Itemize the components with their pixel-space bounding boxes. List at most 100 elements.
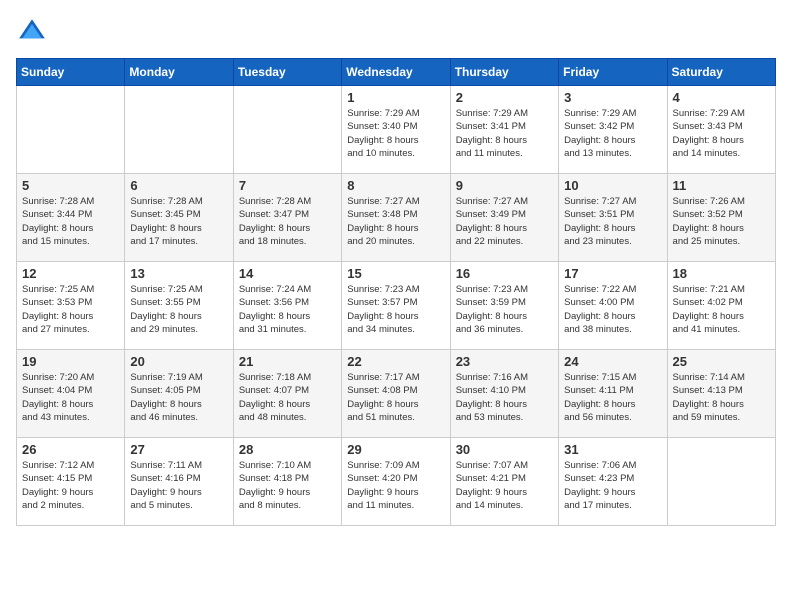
calendar-cell: [125, 86, 233, 174]
day-number: 5: [22, 178, 119, 193]
day-number: 25: [673, 354, 770, 369]
calendar-cell: 26 Sunrise: 7:12 AM Sunset: 4:15 PM Dayli…: [17, 438, 125, 526]
weekday-header-sunday: Sunday: [17, 59, 125, 86]
day-number: 14: [239, 266, 336, 281]
day-detail: Sunrise: 7:23 AM Sunset: 3:59 PM Dayligh…: [456, 283, 553, 336]
day-detail: Sunrise: 7:17 AM Sunset: 4:08 PM Dayligh…: [347, 371, 444, 424]
calendar-cell: 12 Sunrise: 7:25 AM Sunset: 3:53 PM Dayli…: [17, 262, 125, 350]
day-detail: Sunrise: 7:22 AM Sunset: 4:00 PM Dayligh…: [564, 283, 661, 336]
day-number: 24: [564, 354, 661, 369]
calendar-cell: 13 Sunrise: 7:25 AM Sunset: 3:55 PM Dayli…: [125, 262, 233, 350]
calendar-cell: 6 Sunrise: 7:28 AM Sunset: 3:45 PM Daylig…: [125, 174, 233, 262]
week-row-2: 5 Sunrise: 7:28 AM Sunset: 3:44 PM Daylig…: [17, 174, 776, 262]
calendar-cell: 27Sunrise: 7:11 AM Sunset: 4:16 PM Dayli…: [125, 438, 233, 526]
day-detail: Sunrise: 7:23 AM Sunset: 3:57 PM Dayligh…: [347, 283, 444, 336]
day-detail: Sunrise: 7:06 AM Sunset: 4:23 PM Dayligh…: [564, 459, 661, 512]
day-number: 28: [239, 442, 336, 457]
day-number: 13: [130, 266, 227, 281]
day-number: 21: [239, 354, 336, 369]
day-detail: Sunrise: 7:09 AM Sunset: 4:20 PM Dayligh…: [347, 459, 444, 512]
weekday-header-monday: Monday: [125, 59, 233, 86]
weekday-header-row: SundayMondayTuesdayWednesdayThursdayFrid…: [17, 59, 776, 86]
calendar-cell: 15 Sunrise: 7:23 AM Sunset: 3:57 PM Dayli…: [342, 262, 450, 350]
calendar-cell: 19Sunrise: 7:20 AM Sunset: 4:04 PM Dayli…: [17, 350, 125, 438]
day-detail: Sunrise: 7:25 AM Sunset: 3:53 PM Dayligh…: [22, 283, 119, 336]
calendar-cell: 14 Sunrise: 7:24 AM Sunset: 3:56 PM Dayli…: [233, 262, 341, 350]
day-detail: Sunrise: 7:29 AM Sunset: 3:42 PM Dayligh…: [564, 107, 661, 160]
day-detail: Sunrise: 7:29 AM Sunset: 3:40 PM Dayligh…: [347, 107, 444, 160]
day-number: 27: [130, 442, 227, 457]
weekday-header-tuesday: Tuesday: [233, 59, 341, 86]
calendar-cell: [233, 86, 341, 174]
day-number: 2: [456, 90, 553, 105]
calendar-cell: 7 Sunrise: 7:28 AM Sunset: 3:47 PM Daylig…: [233, 174, 341, 262]
calendar-cell: 2Sunrise: 7:29 AM Sunset: 3:41 PM Daylig…: [450, 86, 558, 174]
day-detail: Sunrise: 7:14 AM Sunset: 4:13 PM Dayligh…: [673, 371, 770, 424]
calendar-cell: 1Sunrise: 7:29 AM Sunset: 3:40 PM Daylig…: [342, 86, 450, 174]
day-number: 12: [22, 266, 119, 281]
calendar-cell: [667, 438, 775, 526]
day-number: 30: [456, 442, 553, 457]
day-detail: Sunrise: 7:19 AM Sunset: 4:05 PM Dayligh…: [130, 371, 227, 424]
calendar-cell: [17, 86, 125, 174]
day-detail: Sunrise: 7:15 AM Sunset: 4:11 PM Dayligh…: [564, 371, 661, 424]
day-number: 3: [564, 90, 661, 105]
day-detail: Sunrise: 7:28 AM Sunset: 3:45 PM Dayligh…: [130, 195, 227, 248]
day-number: 26: [22, 442, 119, 457]
day-number: 19: [22, 354, 119, 369]
day-detail: Sunrise: 7:12 AM Sunset: 4:15 PM Dayligh…: [22, 459, 119, 512]
week-row-1: 1Sunrise: 7:29 AM Sunset: 3:40 PM Daylig…: [17, 86, 776, 174]
day-number: 23: [456, 354, 553, 369]
day-number: 15: [347, 266, 444, 281]
calendar-cell: 28 Sunrise: 7:10 AM Sunset: 4:18 PM Dayli…: [233, 438, 341, 526]
day-number: 8: [347, 178, 444, 193]
day-number: 20: [130, 354, 227, 369]
calendar-cell: 21 Sunrise: 7:18 AM Sunset: 4:07 PM Dayli…: [233, 350, 341, 438]
day-detail: Sunrise: 7:18 AM Sunset: 4:07 PM Dayligh…: [239, 371, 336, 424]
calendar-cell: 8Sunrise: 7:27 AM Sunset: 3:48 PM Daylig…: [342, 174, 450, 262]
weekday-header-thursday: Thursday: [450, 59, 558, 86]
day-detail: Sunrise: 7:25 AM Sunset: 3:55 PM Dayligh…: [130, 283, 227, 336]
day-number: 29: [347, 442, 444, 457]
logo-icon: [16, 16, 48, 48]
day-number: 7: [239, 178, 336, 193]
weekday-header-friday: Friday: [559, 59, 667, 86]
calendar-cell: 25 Sunrise: 7:14 AM Sunset: 4:13 PM Dayli…: [667, 350, 775, 438]
day-detail: Sunrise: 7:07 AM Sunset: 4:21 PM Dayligh…: [456, 459, 553, 512]
day-number: 11: [673, 178, 770, 193]
calendar-cell: 9Sunrise: 7:27 AM Sunset: 3:49 PM Daylig…: [450, 174, 558, 262]
week-row-5: 26 Sunrise: 7:12 AM Sunset: 4:15 PM Dayli…: [17, 438, 776, 526]
day-detail: Sunrise: 7:16 AM Sunset: 4:10 PM Dayligh…: [456, 371, 553, 424]
day-number: 17: [564, 266, 661, 281]
calendar-cell: 31 Sunrise: 7:06 AM Sunset: 4:23 PM Dayli…: [559, 438, 667, 526]
calendar-cell: 4Sunrise: 7:29 AM Sunset: 3:43 PM Daylig…: [667, 86, 775, 174]
day-number: 10: [564, 178, 661, 193]
calendar-cell: 17 Sunrise: 7:22 AM Sunset: 4:00 PM Dayli…: [559, 262, 667, 350]
calendar-cell: 18Sunrise: 7:21 AM Sunset: 4:02 PM Dayli…: [667, 262, 775, 350]
day-number: 9: [456, 178, 553, 193]
day-detail: Sunrise: 7:26 AM Sunset: 3:52 PM Dayligh…: [673, 195, 770, 248]
day-number: 31: [564, 442, 661, 457]
calendar-table: SundayMondayTuesdayWednesdayThursdayFrid…: [16, 58, 776, 526]
week-row-3: 12 Sunrise: 7:25 AM Sunset: 3:53 PM Dayli…: [17, 262, 776, 350]
calendar-cell: 11 Sunrise: 7:26 AM Sunset: 3:52 PM Dayli…: [667, 174, 775, 262]
page-header: [16, 16, 776, 48]
calendar-cell: 22 Sunrise: 7:17 AM Sunset: 4:08 PM Dayli…: [342, 350, 450, 438]
day-detail: Sunrise: 7:24 AM Sunset: 3:56 PM Dayligh…: [239, 283, 336, 336]
calendar-cell: 24 Sunrise: 7:15 AM Sunset: 4:11 PM Dayli…: [559, 350, 667, 438]
day-detail: Sunrise: 7:28 AM Sunset: 3:44 PM Dayligh…: [22, 195, 119, 248]
weekday-header-saturday: Saturday: [667, 59, 775, 86]
weekday-header-wednesday: Wednesday: [342, 59, 450, 86]
calendar-cell: 16Sunrise: 7:23 AM Sunset: 3:59 PM Dayli…: [450, 262, 558, 350]
day-number: 6: [130, 178, 227, 193]
day-detail: Sunrise: 7:28 AM Sunset: 3:47 PM Dayligh…: [239, 195, 336, 248]
day-number: 4: [673, 90, 770, 105]
calendar-cell: 29 Sunrise: 7:09 AM Sunset: 4:20 PM Dayli…: [342, 438, 450, 526]
calendar-cell: 10 Sunrise: 7:27 AM Sunset: 3:51 PM Dayli…: [559, 174, 667, 262]
day-detail: Sunrise: 7:27 AM Sunset: 3:51 PM Dayligh…: [564, 195, 661, 248]
day-number: 22: [347, 354, 444, 369]
day-detail: Sunrise: 7:21 AM Sunset: 4:02 PM Dayligh…: [673, 283, 770, 336]
calendar-cell: 3 Sunrise: 7:29 AM Sunset: 3:42 PM Daylig…: [559, 86, 667, 174]
day-detail: Sunrise: 7:10 AM Sunset: 4:18 PM Dayligh…: [239, 459, 336, 512]
calendar-cell: 23 Sunrise: 7:16 AM Sunset: 4:10 PM Dayli…: [450, 350, 558, 438]
